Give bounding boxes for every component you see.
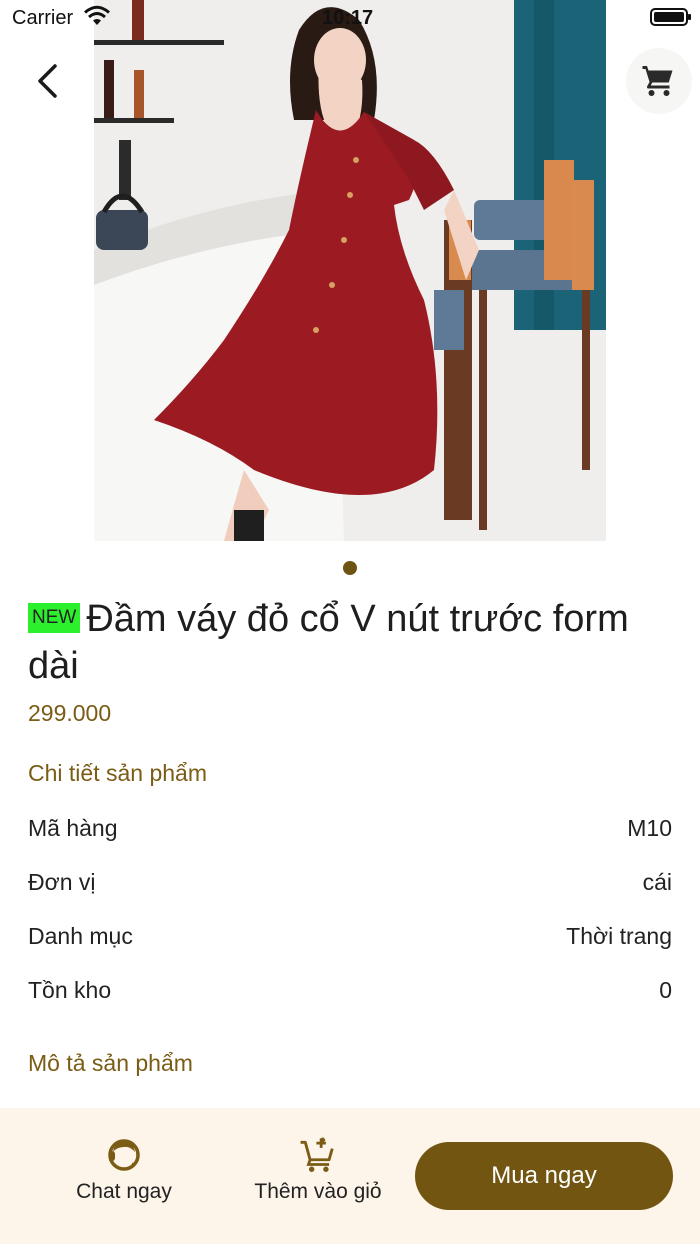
detail-row-stock: Tồn kho 0 [28, 975, 672, 1005]
chat-support-icon [108, 1139, 140, 1171]
gallery-page-indicator[interactable] [343, 561, 357, 575]
shopping-cart-icon [642, 66, 673, 96]
carrier-label: Carrier [12, 7, 74, 29]
detail-label: Tồn kho [28, 976, 112, 1003]
product-price: 299.000 [28, 700, 112, 726]
detail-value: Thời trang [566, 922, 672, 949]
buy-now-button[interactable]: Mua ngay [415, 1142, 673, 1210]
chat-label: Chat ngay [76, 1180, 172, 1203]
details-heading: Chi tiết sản phẩm [28, 760, 207, 786]
back-button[interactable] [22, 56, 72, 106]
chevron-left-icon [38, 64, 57, 98]
cart-button[interactable] [626, 48, 692, 114]
detail-row-sku: Mã hàng M10 [28, 813, 672, 843]
battery-icon [650, 8, 691, 26]
detail-row-unit: Đơn vị cái [28, 867, 672, 897]
product-title: NEW Đầm váy đỏ cổ V nút trước form dài [28, 596, 678, 690]
detail-label: Đơn vị [28, 868, 96, 895]
add-to-cart-button[interactable]: Thêm vào giỏ [244, 1136, 392, 1204]
buy-now-label: Mua ngay [491, 1162, 597, 1189]
status-bar: Carrier 10:17 [0, 0, 700, 36]
product-photo [94, 0, 606, 541]
bottom-action-bar: Chat ngay Thêm vào giỏ Mua ngay [0, 1108, 700, 1244]
new-badge: NEW [28, 603, 81, 633]
product-image-gallery[interactable] [0, 0, 700, 545]
detail-value: M10 [627, 814, 672, 841]
description-heading: Mô tả sản phẩm [28, 1050, 193, 1076]
detail-value: 0 [659, 976, 672, 1003]
detail-value: cái [642, 868, 672, 895]
chat-button[interactable]: Chat ngay [62, 1136, 186, 1204]
detail-label: Danh mục [28, 922, 133, 949]
detail-row-category: Danh mục Thời trang [28, 921, 672, 951]
wifi-icon [84, 5, 110, 32]
add-to-cart-icon [300, 1137, 334, 1172]
clock-label: 10:17 [322, 7, 374, 29]
add-to-cart-label: Thêm vào giỏ [254, 1180, 382, 1203]
product-name: Đầm váy đỏ cổ V nút trước form dài [28, 598, 629, 687]
detail-label: Mã hàng [28, 814, 118, 841]
